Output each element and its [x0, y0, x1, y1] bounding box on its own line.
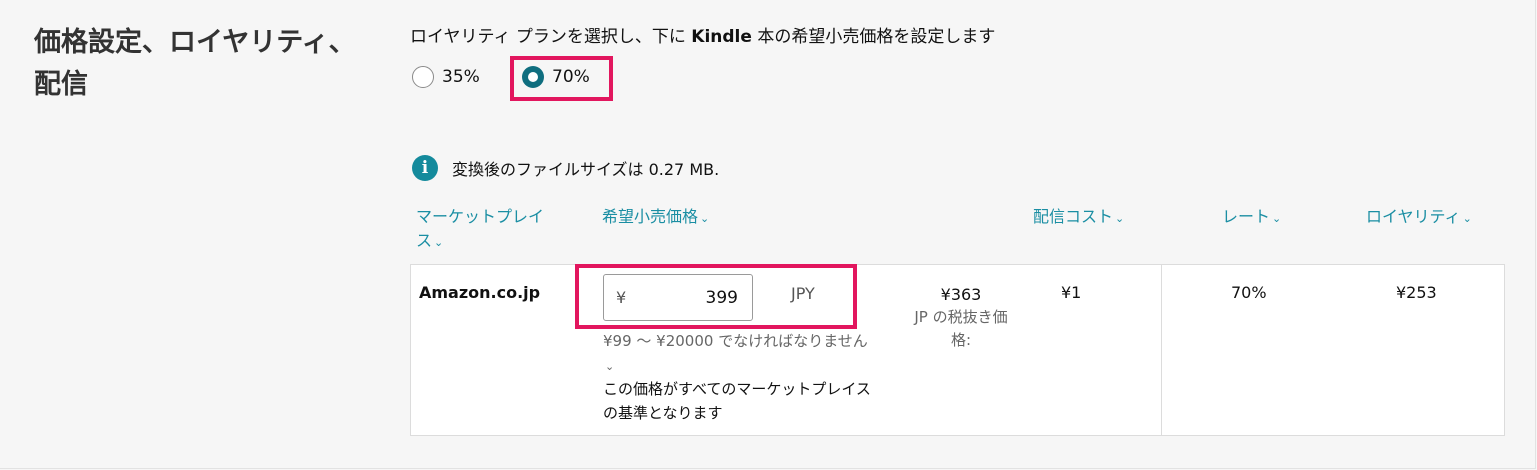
intro-text-2: 本の希望小売価格を設定します — [751, 27, 996, 47]
marketplace-name: Amazon.co.jp — [419, 283, 541, 302]
highlight-royalty-70 — [510, 56, 613, 101]
col-rate[interactable]: レート ⌄ — [1222, 205, 1281, 231]
info-icon: i — [412, 155, 438, 181]
col-royalty[interactable]: ロイヤリティ ⌄ — [1366, 205, 1472, 231]
excl-tax-price: ¥363 — [940, 285, 982, 304]
chevron-down-icon: ⌄ — [1462, 212, 1472, 225]
excl-tax-label: JP の税抜き価格: — [914, 308, 1008, 349]
section-title: 価格設定、ロイヤリティ、配信 — [34, 27, 356, 100]
radio-35-circle[interactable] — [412, 66, 434, 88]
base-price-note: この価格がすべてのマーケットプレイスの基準となります — [603, 380, 871, 422]
pricing-panel: 価格設定、ロイヤリティ、配信 ロイヤリティ プランを選択し、下に Kindle … — [0, 0, 1536, 469]
excl-tax-price-cell: ¥363 JP の税抜き価格: — [911, 283, 1011, 352]
col-list-price-label: 希望小売価格 — [602, 207, 699, 226]
col-list-price[interactable]: 希望小売価格 ⌄ — [602, 205, 709, 231]
radio-35-label: 35% — [442, 67, 480, 87]
col-delivery-cost-label: 配信コスト — [1033, 207, 1114, 226]
royalty-instructions: ロイヤリティ プランを選択し、下に Kindle 本の希望小売価格を設定します — [410, 22, 995, 47]
rate-value: 70% — [1231, 283, 1267, 302]
col-royalty-label: ロイヤリティ — [1366, 207, 1461, 226]
price-range-note[interactable]: ¥99 ～ ¥20000 でなければなりません ⌄ — [603, 329, 873, 379]
chevron-down-icon: ⌄ — [700, 212, 710, 225]
royalty-value: ¥253 — [1396, 283, 1437, 302]
chevron-down-icon: ⌄ — [1115, 212, 1125, 225]
col-rate-label: レート — [1222, 207, 1271, 226]
table-divider — [1161, 265, 1162, 435]
intro-text-1: ロイヤリティ プランを選択し、下に — [410, 27, 692, 47]
file-size-info: i 変換後のファイルサイズは 0.27 MB. — [412, 155, 719, 181]
col-delivery-cost[interactable]: 配信コスト ⌄ — [1033, 205, 1124, 231]
price-range-text: ¥99 ～ ¥20000 でなければなりません — [603, 332, 868, 350]
col-marketplace[interactable]: マーケットプレイス ⌄ — [416, 205, 556, 255]
chevron-down-icon: ⌄ — [605, 360, 615, 373]
royalty-35-option[interactable]: 35% — [412, 60, 480, 94]
file-size-text: 変換後のファイルサイズは 0.27 MB. — [452, 160, 720, 179]
delivery-cost-value: ¥1 — [1061, 283, 1082, 302]
intro-kindle: Kindle — [691, 27, 752, 47]
highlight-price-input — [575, 264, 857, 329]
chevron-down-icon: ⌄ — [434, 236, 444, 249]
chevron-down-icon: ⌄ — [1272, 212, 1282, 225]
